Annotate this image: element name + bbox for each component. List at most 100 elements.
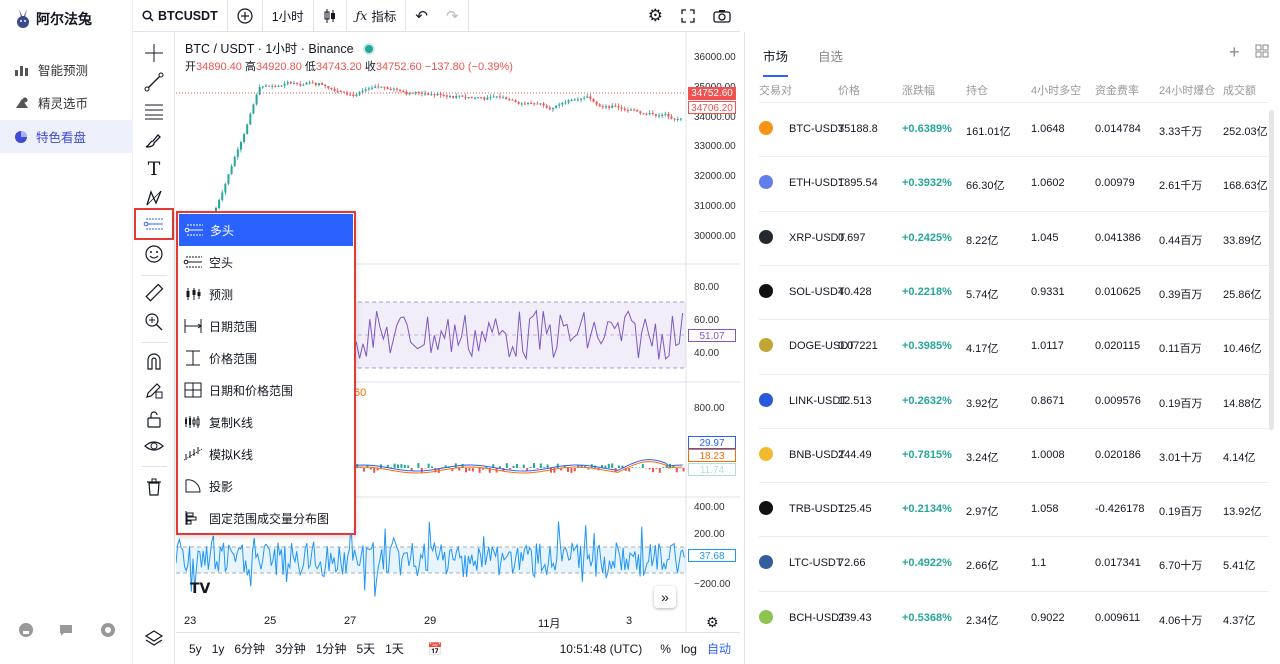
zoom-tool[interactable] (141, 309, 167, 335)
col-change[interactable]: 涨跌幅 (902, 82, 935, 98)
chart-settings-button[interactable]: ⚙ (639, 0, 672, 32)
cell-price: 125.45 (838, 503, 872, 516)
macd-histogram-bar (628, 468, 631, 472)
market-row[interactable]: ETH-USDT 1895.54 +0.3932% 66.30亿 1.0602 0.009… (759, 156, 1269, 210)
macd-histogram-bar (369, 468, 372, 470)
chart-type-button[interactable] (314, 0, 347, 32)
market-row[interactable]: DOGE-USDT 0.07221 +0.3985% 4.17亿 1.0117 0.020… (759, 319, 1269, 373)
menu-item-price-range[interactable]: 价格范围 (178, 342, 354, 374)
menu-item-forecast[interactable]: 预测 (178, 278, 354, 310)
menu-item-bars-pattern[interactable]: 复制K线 (178, 406, 354, 438)
menu-item-long-position[interactable]: 多头 (179, 214, 353, 246)
axis-settings-icon[interactable]: ⚙ (706, 614, 719, 631)
candle-body (439, 93, 442, 96)
cell-pair: TRB-USDT (789, 503, 845, 516)
fullscreen-button[interactable] (672, 0, 704, 32)
indicators-button[interactable]: ƒx 指标 (347, 0, 407, 32)
market-row[interactable]: TRB-USDT 125.45 +0.2134% 2.97亿 1.058 -0.42617… (759, 482, 1269, 536)
lock-tool[interactable] (141, 406, 167, 432)
trendline-tool[interactable] (141, 69, 167, 95)
last-price-badge: 34752.60 (688, 87, 736, 100)
market-row[interactable]: BNB-USDT 244.49 +0.7815% 3.24亿 1.0008 0.02018… (759, 427, 1269, 482)
grid-icon[interactable] (1255, 44, 1269, 61)
percent-toggle[interactable]: % (655, 642, 676, 656)
col-vol[interactable]: 成交额 (1223, 82, 1256, 98)
candle-body (392, 88, 395, 90)
undo-button[interactable]: ↶ (406, 0, 437, 32)
cell-funding: 0.014784 (1095, 123, 1141, 135)
settings-circle-icon[interactable] (98, 620, 118, 640)
range-3m[interactable]: 3分钟 (270, 640, 311, 657)
cell-liq: 2.61千万 (1159, 180, 1203, 193)
range-1m[interactable]: 1分钟 (311, 640, 352, 657)
delete-tool[interactable] (141, 474, 167, 500)
add-icon[interactable]: + (1229, 42, 1240, 63)
brush-tool[interactable] (141, 127, 167, 153)
magnet-icon (147, 353, 161, 370)
stay-drawing-tool[interactable] (141, 377, 167, 403)
magnet-tool[interactable] (141, 348, 167, 374)
col-funding[interactable]: 资金费率 (1095, 82, 1139, 98)
cell-change: +0.2632% (902, 394, 952, 407)
redo-icon: ↷ (445, 7, 459, 25)
cell-price: 40.428 (838, 285, 872, 298)
market-row[interactable]: XRP-USDT 0.697 +0.2425% 8.22亿 1.045 0.041386 0… (759, 210, 1269, 265)
candle-body (564, 102, 567, 104)
menu-item-ghost-feed[interactable]: 模拟K线 (178, 438, 354, 470)
logo[interactable]: 阿尔法兔 (14, 8, 92, 30)
col-oi[interactable]: 持仓 (966, 82, 988, 98)
menu-item-short-position[interactable]: 空头 (178, 246, 354, 278)
candle-body (608, 106, 611, 108)
hide-tool[interactable] (141, 433, 167, 459)
interval-button[interactable]: 1小时 (263, 0, 314, 32)
screenshot-button[interactable] (704, 0, 740, 32)
chat-icon[interactable] (56, 620, 76, 640)
ruler-tool[interactable] (141, 280, 167, 306)
log-toggle[interactable]: log (676, 642, 702, 656)
fib-tool[interactable] (141, 98, 167, 124)
cell-change: +0.5368% (902, 611, 952, 624)
github-icon[interactable] (16, 620, 36, 640)
col-price[interactable]: 价格 (838, 82, 860, 98)
prediction-tool[interactable] (134, 208, 174, 240)
range-5y[interactable]: 5y (184, 642, 207, 656)
range-5d[interactable]: 5天 (351, 640, 380, 657)
text-tool[interactable]: T (141, 156, 167, 182)
nav-item-smart-predict[interactable]: 智能预测 (0, 53, 133, 86)
clock-time[interactable]: 10:51:48 (UTC) (555, 642, 648, 656)
menu-item-date-price-range[interactable]: 日期和价格范围 (178, 374, 354, 406)
goto-date-icon[interactable]: 📅 (423, 642, 448, 656)
scroll-to-realtime-button[interactable]: » (654, 586, 676, 608)
auto-toggle[interactable]: 自动 (702, 640, 736, 657)
col-liq[interactable]: 24小时爆仓 (1159, 82, 1215, 98)
object-tree-tool[interactable] (141, 625, 167, 651)
cell-change: +0.2134% (902, 503, 952, 516)
range-1y[interactable]: 1y (207, 642, 230, 656)
emoji-tool[interactable] (141, 241, 167, 267)
compare-button[interactable] (228, 0, 263, 32)
nav-item-coin-picker[interactable]: 精灵选币 (0, 86, 133, 119)
menu-item-date-range[interactable]: 日期范围 (178, 310, 354, 342)
menu-item-volume-profile[interactable]: 固定范围成交量分布图 (178, 502, 354, 534)
market-row[interactable]: SOL-USDT 40.428 +0.2218% 5.74亿 0.9331 0.01062… (759, 264, 1269, 319)
tab-watchlist[interactable]: 自选 (818, 46, 843, 77)
macd-histogram-bar (458, 468, 461, 471)
menu-label: 日期和价格范围 (209, 383, 294, 398)
candle-body (230, 166, 233, 175)
crosshair-tool[interactable] (141, 40, 167, 66)
symbol-search[interactable]: BTCUSDT (133, 0, 228, 32)
candle-body (227, 174, 230, 184)
menu-item-projection[interactable]: 投影 (178, 470, 354, 502)
col-ls[interactable]: 4小时多空 (1031, 82, 1081, 98)
range-6m[interactable]: 6分钟 (229, 640, 270, 657)
market-row[interactable]: LINK-USDT 12.513 +0.2632% 3.92亿 0.8671 0.0095… (759, 373, 1269, 428)
redo-button[interactable]: ↷ (437, 0, 469, 32)
tab-market[interactable]: 市场 (763, 46, 789, 77)
table-scrollbar[interactable] (1269, 110, 1274, 430)
col-pair[interactable]: 交易对 (759, 82, 792, 98)
nav-item-featured-board[interactable]: 特色看盘 (0, 120, 133, 153)
range-1d[interactable]: 1天 (380, 640, 409, 657)
market-row[interactable]: BTC-USDT 35188.8 +0.6389% 161.01亿 1.0648 0.01… (759, 102, 1269, 156)
market-row[interactable]: BCH-USDT 239.43 +0.5368% 2.34亿 0.9022 0.00961… (759, 590, 1269, 645)
market-row[interactable]: LTC-USDT 72.66 +0.4922% 2.66亿 1.1 0.017341 6.7… (759, 536, 1269, 590)
